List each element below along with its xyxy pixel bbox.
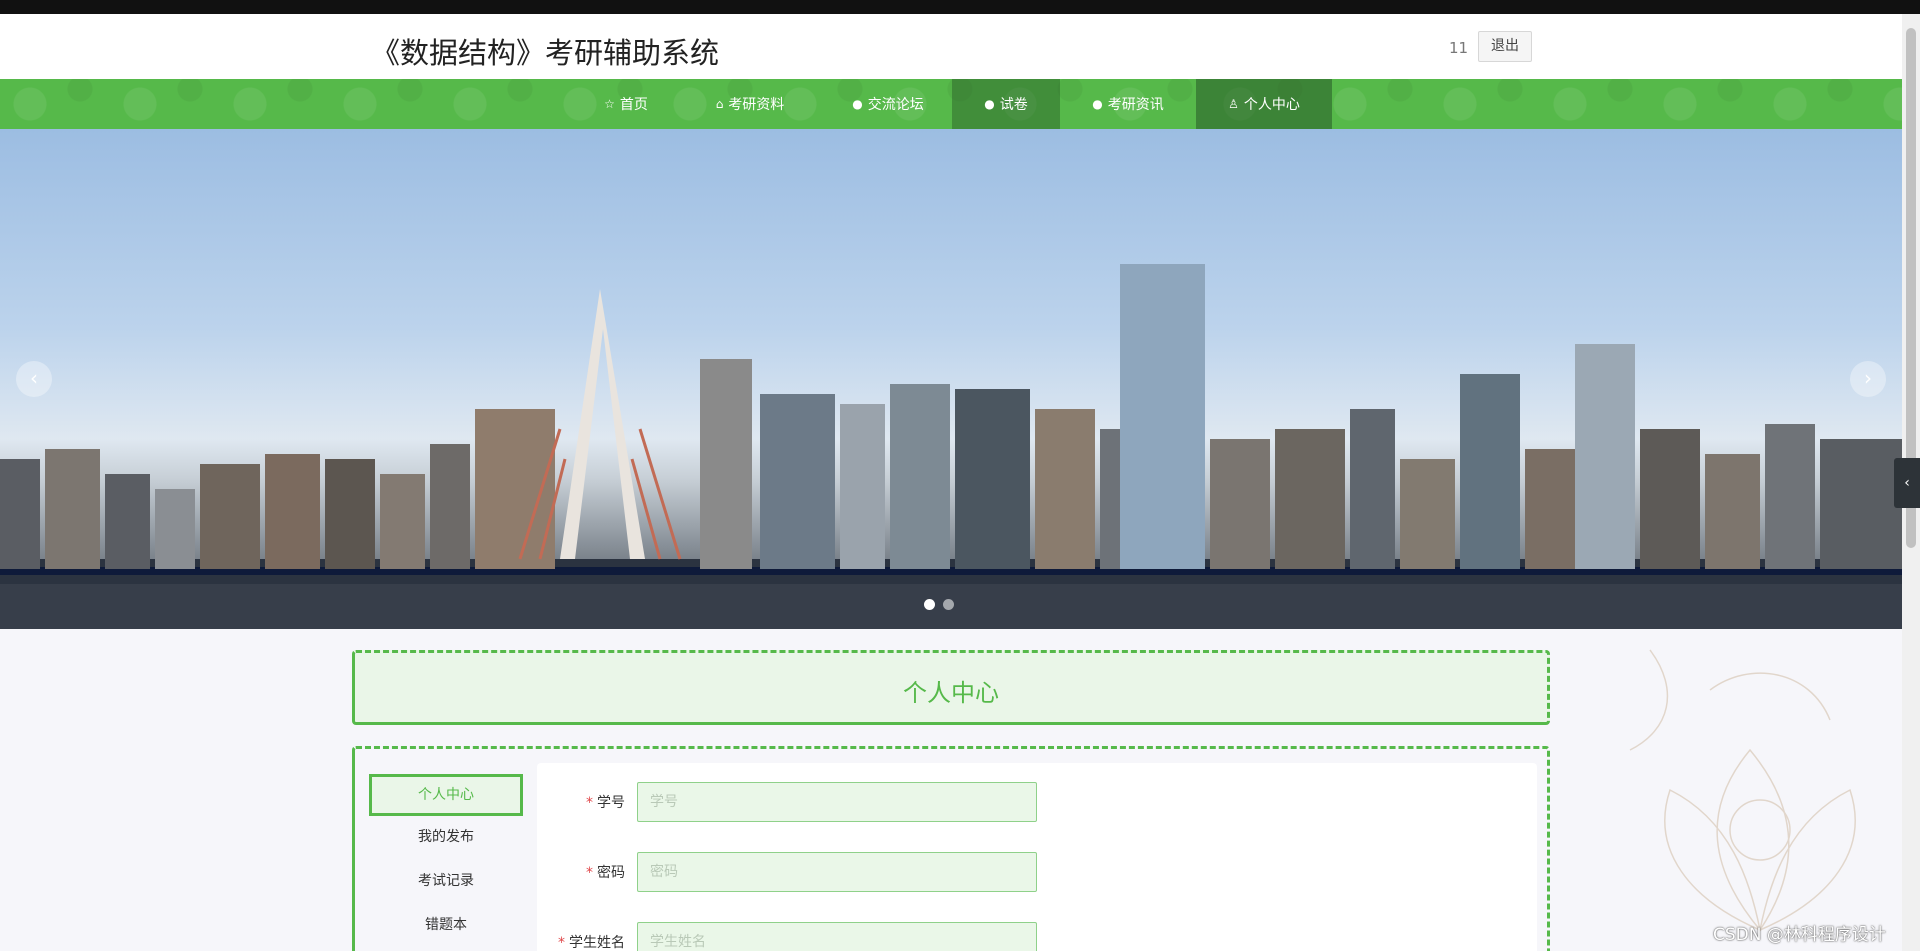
nav-item-label: 试卷 — [999, 97, 1028, 113]
window-top-strip — [0, 0, 1920, 14]
carousel-prev-button[interactable]: ‹ — [16, 361, 52, 397]
watermark-text: CSDN @林科程序设计 — [1713, 925, 1886, 945]
nav-item-materials[interactable]: ⌂ 考研资料 — [700, 79, 800, 129]
bag-icon: ⌂ — [715, 97, 724, 111]
form-row-password: * 密码 — [537, 852, 1137, 892]
star-icon: ☆ — [604, 97, 615, 111]
sidebar-item-my-posts[interactable]: 我的发布 — [369, 816, 523, 858]
user-icon: ♙ — [1228, 97, 1239, 111]
page-title: 个人中心 — [903, 679, 999, 707]
password-input[interactable] — [637, 852, 1037, 892]
student-name-input[interactable] — [637, 922, 1037, 951]
carousel-next-button[interactable]: › — [1850, 361, 1886, 397]
floral-background-decoration — [1629, 649, 1856, 932]
required-mark: * — [558, 935, 565, 951]
student-name-label: * 学生姓名 — [558, 932, 625, 951]
carousel-dots — [924, 599, 954, 610]
info-icon: ● — [852, 97, 863, 111]
nav-item-home[interactable]: ☆ 首页 — [590, 79, 662, 129]
info-icon: ● — [1092, 97, 1103, 111]
carousel-dot[interactable] — [943, 599, 954, 610]
student-id-label: * 学号 — [586, 792, 625, 812]
required-mark: * — [586, 865, 593, 881]
form-row-student-id: * 学号 — [537, 782, 1137, 822]
nav-item-exams[interactable]: ● 试卷 — [952, 79, 1060, 129]
field-label-text: 学生姓名 — [569, 935, 625, 951]
site-header: 《数据结构》考研辅助系统 11 退出 — [0, 14, 1902, 79]
nav-item-label: 个人中心 — [1243, 97, 1300, 113]
nav-item-label: 首页 — [619, 97, 648, 113]
nav-item-label: 交流论坛 — [867, 97, 924, 113]
profile-form: *学号 *密码 *学生姓名 — [537, 763, 1537, 951]
field-label-text: 学号 — [597, 795, 625, 811]
sidebar-item-exam-records[interactable]: 考试记录 — [369, 860, 523, 902]
sidebar-item-profile[interactable]: 个人中心 — [369, 774, 523, 816]
side-panel-toggle[interactable]: ‹ — [1894, 458, 1920, 508]
main-nav: ☆ 首页 ⌂ 考研资料 ● 交流论坛 ● 试卷 ● 考研资讯 ♙ 个人中心 — [0, 79, 1902, 129]
carousel-dot[interactable] — [924, 599, 935, 610]
page-title-box: 个人中心 — [352, 650, 1550, 725]
form-row-student-name: * 学生姓名 — [537, 922, 1137, 951]
student-id-input[interactable] — [637, 782, 1037, 822]
nav-item-news[interactable]: ● 考研资讯 — [1072, 79, 1184, 129]
username-label: 11 — [1449, 39, 1469, 57]
field-label-text: 密码 — [597, 865, 625, 881]
nav-item-forum[interactable]: ● 交流论坛 — [838, 79, 938, 129]
profile-panel: 个人中心 我的发布 考试记录 错题本 *学号 *密码 *学生姓名 — [352, 746, 1550, 951]
question-icon: ● — [984, 97, 995, 111]
nav-item-label: 考研资料 — [728, 97, 785, 113]
required-mark: * — [586, 795, 593, 811]
logout-button[interactable]: 退出 — [1478, 31, 1532, 62]
nav-item-profile[interactable]: ♙ 个人中心 — [1196, 79, 1332, 129]
city-skyline-image — [0, 264, 1902, 629]
password-label: * 密码 — [586, 862, 625, 882]
nav-item-label: 考研资讯 — [1107, 97, 1164, 113]
site-title: 《数据结构》考研辅助系统 — [371, 36, 720, 70]
sidebar-item-wrong-questions[interactable]: 错题本 — [369, 904, 523, 946]
carousel-banner: ‹ › — [0, 129, 1902, 629]
